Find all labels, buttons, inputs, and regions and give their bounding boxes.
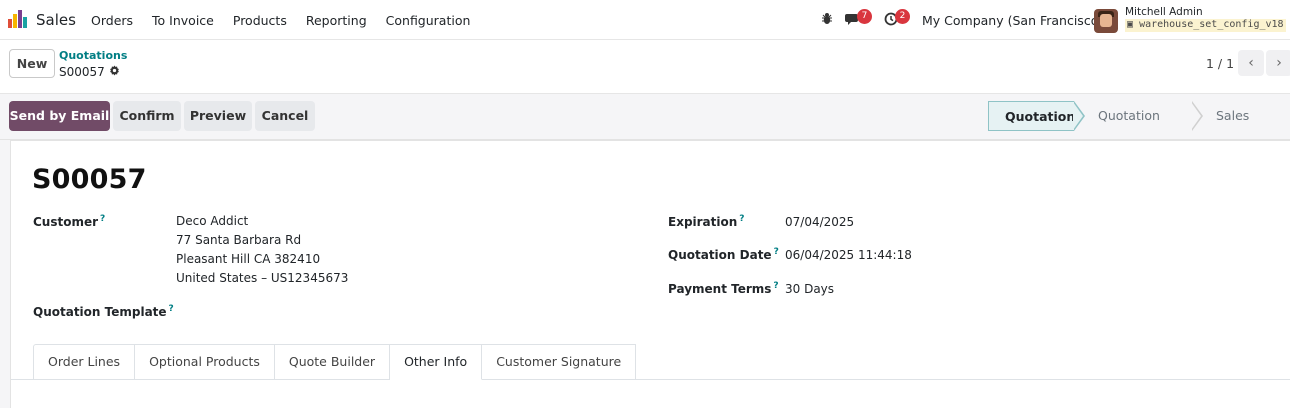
customer-field[interactable]: Deco Addict 77 Santa Barbara Rd Pleasant… bbox=[176, 212, 348, 288]
sales-app-icon[interactable] bbox=[8, 10, 28, 28]
payment-terms-label: Payment Terms? bbox=[668, 281, 779, 296]
customer-label: Customer? bbox=[33, 214, 105, 229]
menu-reporting[interactable]: Reporting bbox=[306, 13, 367, 28]
main-menu: Orders To Invoice Products Reporting Con… bbox=[91, 13, 489, 28]
stage-label: Quotation bbox=[1005, 109, 1076, 124]
database-icon: ▣ bbox=[1127, 19, 1134, 30]
help-icon[interactable]: ? bbox=[100, 214, 105, 224]
app-name[interactable]: Sales bbox=[36, 11, 76, 29]
gear-icon[interactable] bbox=[109, 65, 120, 79]
stage-quotation[interactable]: Quotation bbox=[988, 101, 1085, 131]
bug-icon[interactable] bbox=[821, 12, 833, 29]
send-by-email-button[interactable]: Send by Email bbox=[9, 101, 110, 131]
tab-optional-products[interactable]: Optional Products bbox=[135, 344, 275, 380]
breadcrumb-current: S00057 bbox=[59, 65, 105, 79]
menu-products[interactable]: Products bbox=[233, 13, 287, 28]
control-panel: New Quotations S00057 1 / 1 ‹ › bbox=[0, 40, 1290, 94]
menu-to-invoice[interactable]: To Invoice bbox=[152, 13, 214, 28]
database-label: warehouse_set_config_v18 bbox=[1139, 19, 1284, 30]
activities-badge: 2 bbox=[895, 9, 910, 24]
customer-label-text: Customer bbox=[33, 215, 99, 229]
tab-other-info[interactable]: Other Info bbox=[390, 344, 483, 380]
database-name: ▣ warehouse_set_config_v18 bbox=[1125, 19, 1286, 32]
menu-configuration[interactable]: Configuration bbox=[386, 13, 471, 28]
next-record-button[interactable]: › bbox=[1266, 50, 1290, 76]
help-icon[interactable]: ? bbox=[169, 304, 174, 314]
company-switcher[interactable]: My Company (San Francisco) bbox=[922, 13, 1103, 28]
previous-record-button[interactable]: ‹ bbox=[1238, 50, 1264, 76]
notebook-tabs: Order Lines Optional Products Quote Buil… bbox=[33, 344, 637, 380]
quotation-date-field[interactable]: 06/04/2025 11:44:18 bbox=[785, 248, 912, 262]
user-name[interactable]: Mitchell Admin bbox=[1125, 6, 1203, 18]
expiration-label-text: Expiration bbox=[668, 215, 738, 229]
stage-sales-order[interactable]: Sales Order bbox=[1192, 101, 1290, 153]
menu-orders[interactable]: Orders bbox=[91, 13, 133, 28]
breadcrumb: S00057 bbox=[59, 65, 120, 79]
avatar[interactable] bbox=[1094, 9, 1118, 33]
date-label-text: Quotation Date bbox=[668, 248, 772, 262]
preview-button[interactable]: Preview bbox=[184, 101, 252, 131]
confirm-button[interactable]: Confirm bbox=[113, 101, 181, 131]
help-icon[interactable]: ? bbox=[773, 281, 778, 291]
customer-city: Pleasant Hill CA 382410 bbox=[176, 252, 321, 266]
top-navbar: Sales Orders To Invoice Products Reporti… bbox=[0, 0, 1290, 40]
customer-name: Deco Addict bbox=[176, 214, 249, 228]
customer-street: 77 Santa Barbara Rd bbox=[176, 233, 302, 247]
breadcrumb-parent[interactable]: Quotations bbox=[59, 49, 127, 62]
stage-quotation-sent[interactable]: Quotation Sent bbox=[1074, 101, 1203, 153]
help-icon[interactable]: ? bbox=[739, 214, 744, 224]
pager-value[interactable]: 1 / 1 bbox=[1206, 56, 1234, 71]
terms-label-text: Payment Terms bbox=[668, 282, 772, 296]
tab-customer-signature[interactable]: Customer Signature bbox=[482, 344, 637, 380]
payment-terms-field[interactable]: 30 Days bbox=[785, 282, 834, 296]
customer-country: United States – US12345673 bbox=[176, 271, 349, 285]
expiration-label: Expiration? bbox=[668, 214, 745, 229]
expiration-field[interactable]: 07/04/2025 bbox=[785, 215, 854, 229]
help-icon[interactable]: ? bbox=[774, 247, 779, 257]
new-button[interactable]: New bbox=[9, 49, 55, 78]
template-label-text: Quotation Template bbox=[33, 305, 167, 319]
messages-badge: 7 bbox=[857, 9, 872, 24]
status-bar: Quotation Quotation Sent Sales Order bbox=[988, 101, 1290, 153]
action-bar: Send by Email Confirm Preview Cancel Quo… bbox=[0, 94, 1290, 153]
quotation-date-label: Quotation Date? bbox=[668, 247, 779, 262]
cancel-button[interactable]: Cancel bbox=[255, 101, 315, 131]
tab-quote-builder[interactable]: Quote Builder bbox=[274, 344, 391, 380]
page-title: S00057 bbox=[32, 164, 147, 195]
form-sheet: S00057 Customer? Deco Addict 77 Santa Ba… bbox=[10, 140, 1290, 408]
tab-order-lines[interactable]: Order Lines bbox=[33, 344, 136, 380]
quotation-template-label: Quotation Template? bbox=[33, 304, 174, 319]
